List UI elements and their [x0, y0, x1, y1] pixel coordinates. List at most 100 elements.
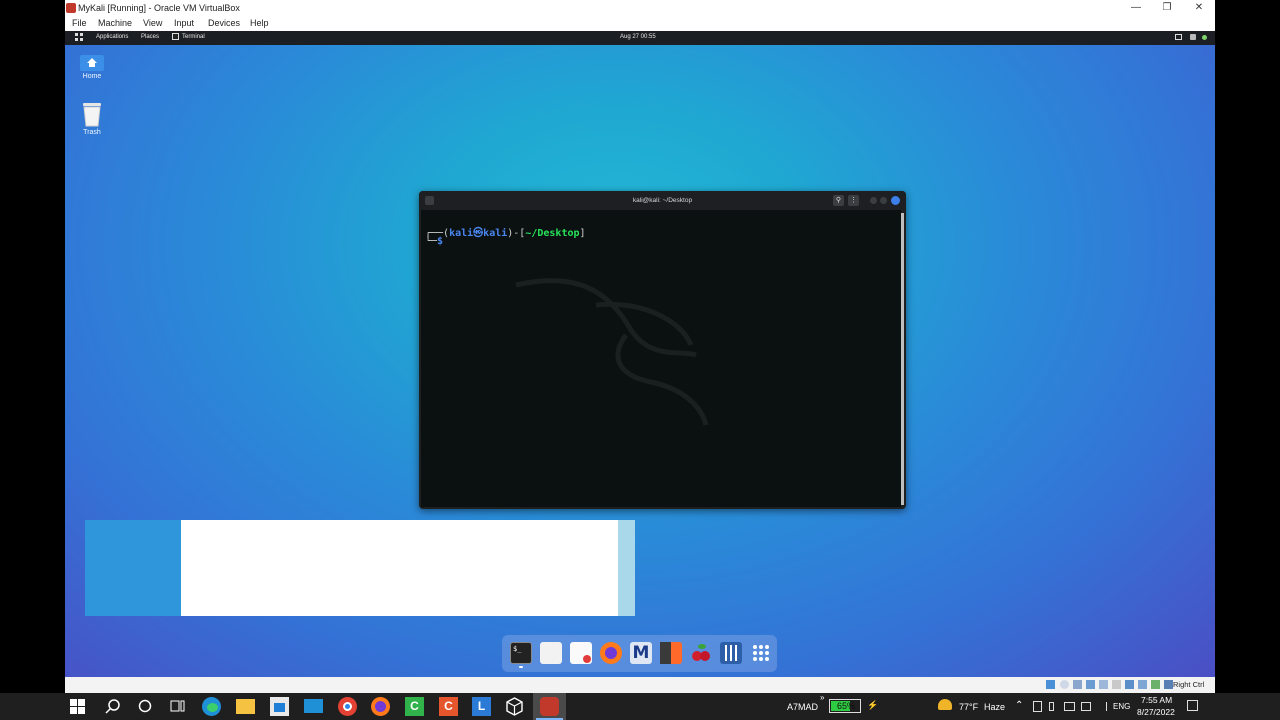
network-icon[interactable]: [1190, 34, 1196, 40]
menu-file[interactable]: File: [72, 18, 87, 28]
terminal-running-indicator: [519, 666, 523, 668]
windows-taskbar: C C L A7MAD » 65% ⚡ 77°F Haze ⌃ ENG 7:55…: [0, 693, 1280, 720]
app-menu-icon[interactable]: [75, 33, 83, 43]
mouse-status-icon[interactable]: [1164, 680, 1173, 689]
terminal-maximize-icon[interactable]: [880, 197, 887, 204]
edge-icon[interactable]: [202, 697, 221, 716]
weather-temp[interactable]: 77°F: [959, 702, 978, 712]
hdd-status-icon[interactable]: [1046, 680, 1055, 689]
menu-kebab-icon[interactable]: ⋮: [848, 195, 859, 206]
shared-folder-status-icon[interactable]: [1112, 680, 1121, 689]
network-status-icon[interactable]: [1086, 680, 1095, 689]
overlay-panel-edge: [618, 520, 635, 616]
cherrytree-icon[interactable]: [690, 642, 712, 664]
search-icon[interactable]: ⚲: [833, 195, 844, 206]
terminal-icon[interactable]: $_: [510, 642, 532, 664]
charging-icon: ⚡: [867, 700, 879, 710]
camtasia-rec-icon[interactable]: C: [439, 697, 458, 716]
terminal-taskbutton[interactable]: Terminal: [182, 34, 205, 40]
display-status-icon[interactable]: [1125, 680, 1134, 689]
clock-time[interactable]: 7:55 AM: [1141, 695, 1172, 705]
home-folder-icon: [80, 55, 104, 71]
weather-condition[interactable]: Haze: [984, 702, 1005, 712]
panel-clock[interactable]: Aug 27 00:55: [620, 34, 656, 40]
settings-icon[interactable]: [720, 642, 742, 664]
task-view-icon[interactable]: [168, 697, 187, 716]
terminal-close-icon[interactable]: [891, 196, 900, 205]
usb-tray-icon[interactable]: [1033, 701, 1042, 712]
vbox-vm-button[interactable]: [533, 693, 566, 720]
prompt-line-2: └─$: [425, 236, 443, 247]
file-explorer-icon[interactable]: [236, 699, 255, 714]
battery-widget[interactable]: 65%: [829, 699, 861, 713]
lens-icon[interactable]: L: [472, 697, 491, 716]
prompt-user: kali㉿kali: [449, 228, 508, 239]
prompt-path: ~/Desktop: [525, 228, 580, 239]
burpsuite-icon[interactable]: [660, 642, 682, 664]
menu-devices[interactable]: Devices: [208, 18, 240, 28]
desktop-icon-trash[interactable]: Trash: [72, 101, 112, 136]
virtualbox-app-icon: [66, 3, 76, 13]
audio-status-icon[interactable]: [1073, 680, 1082, 689]
terminal-scrollbar[interactable]: [901, 213, 904, 505]
menu-help[interactable]: Help: [250, 18, 269, 28]
xfce-top-panel: Applications Places Terminal Aug 27 00:5…: [65, 31, 1215, 45]
chrome-icon[interactable]: [338, 697, 357, 716]
phone-tray-icon[interactable]: [1049, 702, 1054, 711]
metasploit-icon[interactable]: M: [630, 642, 652, 664]
menu-view[interactable]: View: [143, 18, 162, 28]
menu-input[interactable]: Input: [174, 18, 194, 28]
prompt-line2-prefix: └─: [425, 236, 438, 247]
usb-status-icon[interactable]: [1099, 680, 1108, 689]
host-key-label: Right Ctrl: [1173, 680, 1205, 689]
restore-icon[interactable]: ❐: [1152, 0, 1182, 16]
window-titlebar: MyKali [Running] - Oracle VM VirtualBox …: [65, 0, 1215, 16]
start-icon[interactable]: [70, 699, 89, 718]
network-name-label: A7MAD: [787, 702, 819, 712]
camtasia-icon[interactable]: C: [405, 697, 424, 716]
power-icon[interactable]: [1202, 35, 1207, 40]
display-icon[interactable]: [1175, 34, 1182, 40]
notifications-icon[interactable]: [1187, 700, 1198, 711]
volume-tray-icon[interactable]: [1097, 702, 1107, 711]
cpu-status-icon[interactable]: [1151, 680, 1160, 689]
prompt-close: ]: [579, 228, 586, 239]
terminal-body[interactable]: ┌──(kali㉿kali)-[~/Desktop] └─$: [421, 210, 901, 507]
overlay-panel-content: [181, 520, 618, 616]
firefox-icon[interactable]: [600, 642, 622, 664]
close-icon[interactable]: ✕: [1184, 0, 1214, 16]
terminal-window[interactable]: kali@kali: ~/Desktop ⚲ ⋮ ┌──(kali㉿kali)-…: [419, 191, 906, 509]
recording-status-icon[interactable]: [1138, 680, 1147, 689]
text-editor-icon[interactable]: [570, 642, 592, 664]
applications-menu[interactable]: Applications: [96, 34, 128, 40]
terminal-headerbar: kali@kali: ~/Desktop ⚲ ⋮: [419, 191, 906, 210]
search-icon[interactable]: [104, 697, 123, 716]
show-hidden-icons-chevron-icon[interactable]: ⌃: [1015, 700, 1023, 711]
language-indicator[interactable]: ENG: [1113, 702, 1130, 711]
minimize-icon[interactable]: —: [1121, 0, 1151, 16]
store-icon[interactable]: [270, 697, 289, 716]
network-tray-icon[interactable]: [1081, 702, 1091, 711]
expand-chevron-icon[interactable]: »: [820, 693, 824, 702]
virtualbox-icon[interactable]: [505, 697, 524, 716]
firefox-taskbar-icon[interactable]: [371, 697, 390, 716]
vbox-statusbar: Right Ctrl: [65, 677, 1215, 693]
mail-icon[interactable]: [304, 699, 323, 713]
terminal-minimize-icon[interactable]: [870, 197, 877, 204]
app-grid-icon[interactable]: [750, 642, 772, 664]
prompt-symbol: $: [437, 236, 444, 247]
places-menu[interactable]: Places: [141, 34, 159, 40]
desktop-icon-home-label: Home: [82, 73, 102, 80]
weather-haze-icon[interactable]: [938, 699, 952, 710]
kali-dragon-watermark-icon: [515, 278, 709, 426]
desktop-icon-home[interactable]: Home: [72, 55, 112, 80]
file-manager-icon[interactable]: [540, 642, 562, 664]
display-tray-icon[interactable]: [1064, 702, 1075, 711]
cortana-icon[interactable]: [136, 697, 155, 716]
menu-machine[interactable]: Machine: [98, 18, 132, 28]
dock: $_ M: [502, 635, 777, 672]
guest-display: Applications Places Terminal Aug 27 00:5…: [65, 31, 1215, 677]
window-title: MyKali [Running] - Oracle VM VirtualBox: [78, 3, 240, 13]
optical-status-icon[interactable]: [1060, 680, 1069, 689]
clock-date[interactable]: 8/27/2022: [1137, 707, 1175, 717]
